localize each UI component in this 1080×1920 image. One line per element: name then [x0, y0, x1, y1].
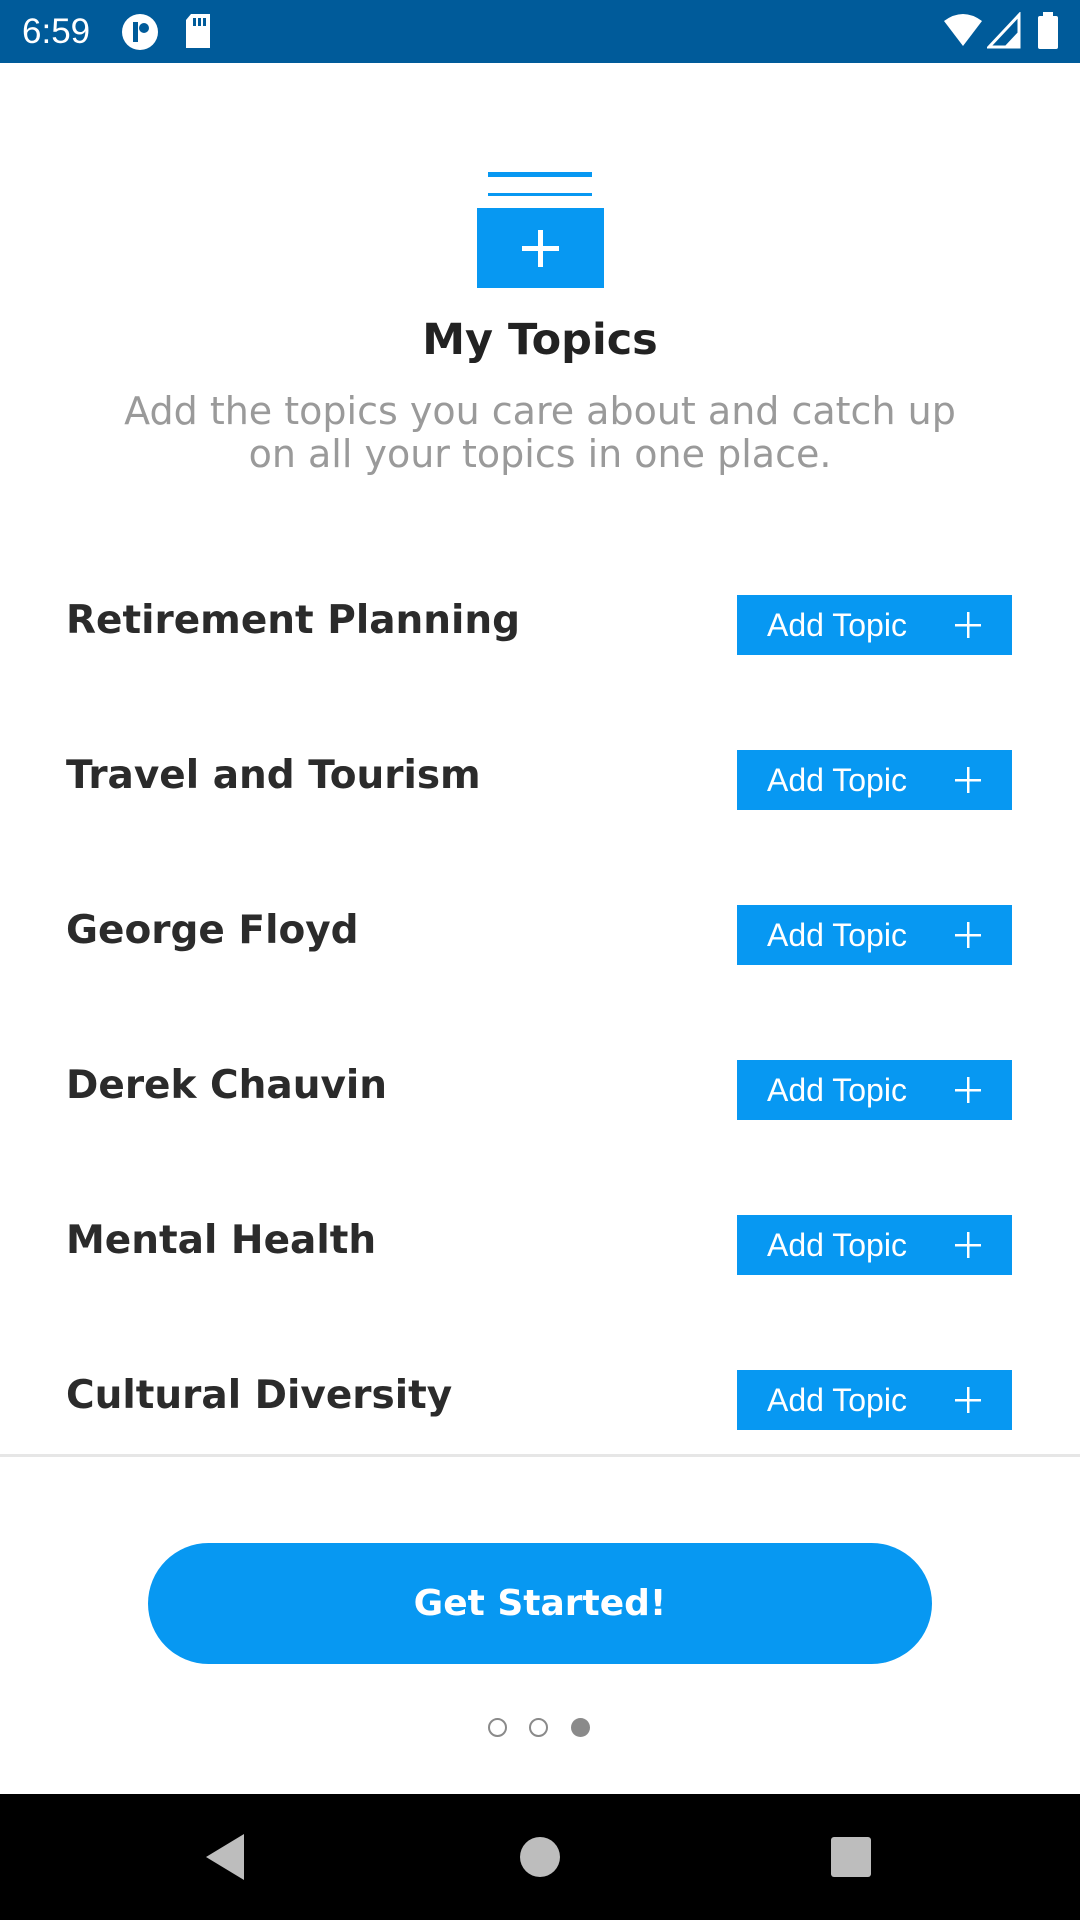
- topic-row: Mental Health Add Topic: [0, 1180, 1080, 1335]
- page-title: My Topics: [422, 315, 658, 365]
- topic-name: Travel and Tourism: [66, 753, 481, 798]
- add-topic-label: Add Topic: [767, 762, 907, 798]
- plus-icon: [955, 1232, 981, 1258]
- add-topic-label: Add Topic: [767, 917, 907, 953]
- page-dot-3-active[interactable]: [571, 1718, 590, 1737]
- add-topic-button[interactable]: Add Topic: [737, 905, 1012, 965]
- page-indicator: [0, 1718, 1080, 1742]
- plus-icon: [955, 612, 981, 638]
- add-topic-label: Add Topic: [767, 607, 907, 643]
- sd-card-icon: [183, 12, 213, 54]
- topic-row: Derek Chauvin Add Topic: [0, 1025, 1080, 1180]
- add-topic-label: Add Topic: [767, 1227, 907, 1263]
- status-time: 6:59: [22, 12, 91, 51]
- add-topic-button[interactable]: Add Topic: [737, 750, 1012, 810]
- page-subtitle: Add the topics you care about and catch …: [100, 390, 980, 476]
- topic-name: Mental Health: [66, 1218, 377, 1263]
- topic-name: Cultural Diversity: [66, 1373, 453, 1418]
- topic-name: Retirement Planning: [66, 598, 521, 643]
- add-topic-button[interactable]: Add Topic: [737, 1215, 1012, 1275]
- plus-icon: [955, 767, 981, 793]
- add-topic-button[interactable]: Add Topic: [737, 1370, 1012, 1430]
- add-topic-button[interactable]: Add Topic: [737, 595, 1012, 655]
- page-dot-2[interactable]: [529, 1718, 548, 1737]
- topic-name: George Floyd: [66, 908, 359, 953]
- subtitle-line-2: on all your topics in one place.: [248, 432, 832, 476]
- topic-row: Retirement Planning Add Topic: [0, 560, 1080, 715]
- notification-app-icon: [120, 12, 160, 56]
- topic-row: Cultural Diversity Add Topic: [0, 1335, 1080, 1455]
- wifi-icon: [943, 12, 983, 54]
- topic-row: George Floyd Add Topic: [0, 870, 1080, 1025]
- topic-list[interactable]: Retirement Planning Add Topic Travel and…: [0, 560, 1080, 1455]
- recents-icon[interactable]: [781, 1794, 921, 1920]
- subtitle-line-1: Add the topics you care about and catch …: [124, 389, 956, 433]
- cell-signal-icon: [985, 11, 1021, 54]
- plus-icon: [955, 1077, 981, 1103]
- plus-icon: [955, 922, 981, 948]
- topic-name: Derek Chauvin: [66, 1063, 388, 1108]
- navigation-bar: [0, 1794, 1080, 1920]
- get-started-button[interactable]: Get Started!: [148, 1543, 932, 1664]
- my-topics-screen: 6:59 My Topics Add the topics you care a…: [0, 0, 1080, 1920]
- back-icon[interactable]: [156, 1794, 296, 1920]
- battery-icon: [1037, 12, 1059, 54]
- home-icon[interactable]: [470, 1794, 610, 1920]
- topics-add-icon: [477, 172, 604, 293]
- add-topic-button[interactable]: Add Topic: [737, 1060, 1012, 1120]
- list-divider: [0, 1454, 1080, 1457]
- page-dot-1[interactable]: [488, 1718, 507, 1737]
- plus-icon: [955, 1387, 981, 1413]
- add-topic-label: Add Topic: [767, 1382, 907, 1418]
- status-bar: 6:59: [0, 0, 1080, 63]
- topic-row: Travel and Tourism Add Topic: [0, 715, 1080, 870]
- add-topic-label: Add Topic: [767, 1072, 907, 1108]
